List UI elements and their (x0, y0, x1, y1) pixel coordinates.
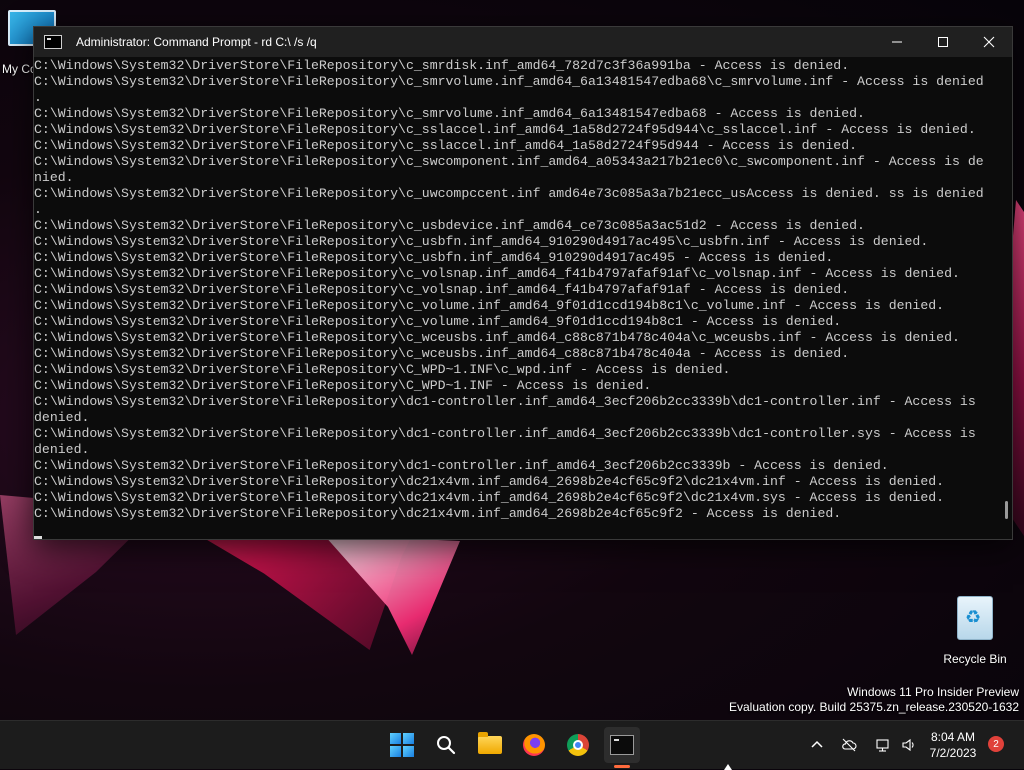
minimize-icon (892, 41, 902, 43)
console-line: C:\Windows\System32\DriverStore\FileRepo… (34, 122, 976, 137)
taskbar-clock[interactable]: 8:04 AM 7/2/2023 (920, 729, 986, 761)
watermark-line: Evaluation copy. Build 25375.zn_release.… (729, 700, 1019, 714)
maximize-icon (938, 37, 948, 47)
console-line: C:\Windows\System32\DriverStore\FileRepo… (34, 282, 850, 297)
console-line: C:\Windows\System32\DriverStore\FileRepo… (34, 362, 731, 377)
console-line: C:\Windows\System32\DriverStore\FileRepo… (34, 186, 984, 201)
console-line: C:\Windows\System32\DriverStore\FileRepo… (34, 58, 850, 73)
console-line: C:\Windows\System32\DriverStore\FileRepo… (34, 314, 842, 329)
file-explorer-button[interactable] (472, 727, 508, 763)
file-explorer-icon (478, 732, 502, 754)
console-line: C:\Windows\System32\DriverStore\FileRepo… (34, 506, 842, 521)
watermark-line: Windows 11 Pro Insider Preview (847, 685, 1019, 699)
system-tray (804, 721, 922, 769)
console-line: C:\Windows\System32\DriverStore\FileRepo… (34, 330, 960, 345)
console-line: C:\Windows\System32\DriverStore\FileRepo… (34, 474, 945, 489)
maximize-button[interactable] (920, 27, 966, 57)
close-icon (983, 36, 995, 48)
command-prompt-window[interactable]: Administrator: Command Prompt - rd C:\ /… (33, 26, 1013, 540)
window-title: Administrator: Command Prompt - rd C:\ /… (76, 35, 317, 49)
console-line: C:\Windows\System32\DriverStore\FileRepo… (34, 234, 929, 249)
clock-date: 7/2/2023 (929, 746, 977, 760)
firefox-icon (523, 734, 545, 756)
console-line: C:\Windows\System32\DriverStore\FileRepo… (34, 154, 984, 169)
close-button[interactable] (966, 27, 1012, 57)
console-line: C:\Windows\System32\DriverStore\FileRepo… (34, 106, 865, 121)
desktop-icon-recycle-bin[interactable]: Recycle Bin (940, 596, 1010, 666)
console-line: . (34, 90, 42, 105)
cloud-offline-icon (842, 738, 857, 752)
console-line: C:\Windows\System32\DriverStore\FileRepo… (34, 298, 945, 313)
console-line: C:\Windows\System32\DriverStore\FileRepo… (34, 138, 858, 153)
console-line: C:\Windows\System32\DriverStore\FileRepo… (34, 378, 652, 393)
console-line: C:\Windows\System32\DriverStore\FileRepo… (34, 490, 945, 505)
console-line: denied. (34, 410, 90, 425)
chevron-up-icon (811, 740, 823, 748)
console-line: C:\Windows\System32\DriverStore\FileRepo… (34, 266, 960, 281)
terminal-button[interactable] (604, 727, 640, 763)
console-line: nied. (34, 170, 74, 185)
console-output[interactable]: C:\Windows\System32\DriverStore\FileRepo… (34, 57, 998, 539)
console-line: C:\Windows\System32\DriverStore\FileRepo… (34, 458, 889, 473)
console-line: denied. (34, 442, 90, 457)
mouse-pointer-icon (724, 764, 732, 770)
volume-button[interactable] (896, 730, 922, 760)
start-button[interactable] (384, 727, 420, 763)
terminal-icon (610, 735, 634, 755)
recycle-bin-icon (957, 596, 993, 640)
console-line: C:\Windows\System32\DriverStore\FileRepo… (34, 218, 865, 233)
speaker-icon (902, 738, 914, 752)
console-line: C:\Windows\System32\DriverStore\FileRepo… (34, 250, 834, 265)
windows-start-icon (390, 733, 414, 757)
network-icon (876, 739, 889, 752)
cmd-app-icon[interactable] (44, 35, 62, 49)
console-line: C:\Windows\System32\DriverStore\FileRepo… (34, 426, 976, 441)
cloud-status-button[interactable] (836, 730, 862, 760)
console-line: . (34, 202, 42, 217)
chrome-button[interactable] (560, 727, 596, 763)
chrome-icon (567, 734, 589, 756)
window-titlebar[interactable]: Administrator: Command Prompt - rd C:\ /… (34, 27, 1012, 57)
console-scrollbar[interactable] (1005, 501, 1008, 519)
search-button[interactable] (428, 727, 464, 763)
console-line: C:\Windows\System32\DriverStore\FileRepo… (34, 346, 850, 361)
show-hidden-icons-button[interactable] (804, 730, 830, 760)
search-icon (437, 736, 456, 755)
text-cursor (34, 536, 42, 539)
notification-badge[interactable]: 2 (988, 736, 1004, 752)
wallpaper-shape (324, 535, 460, 655)
console-line: C:\Windows\System32\DriverStore\FileRepo… (34, 394, 976, 409)
clock-time: 8:04 AM (930, 730, 976, 744)
desktop-icon-label: Recycle Bin (943, 652, 1007, 666)
evaluation-watermark: Windows 11 Pro Insider Preview Evaluatio… (729, 685, 1019, 715)
minimize-button[interactable] (874, 27, 920, 57)
firefox-button[interactable] (516, 727, 552, 763)
network-button[interactable] (870, 730, 896, 760)
taskbar: 8:04 AM 7/2/2023 (0, 720, 1024, 769)
console-line: C:\Windows\System32\DriverStore\FileRepo… (34, 74, 984, 89)
